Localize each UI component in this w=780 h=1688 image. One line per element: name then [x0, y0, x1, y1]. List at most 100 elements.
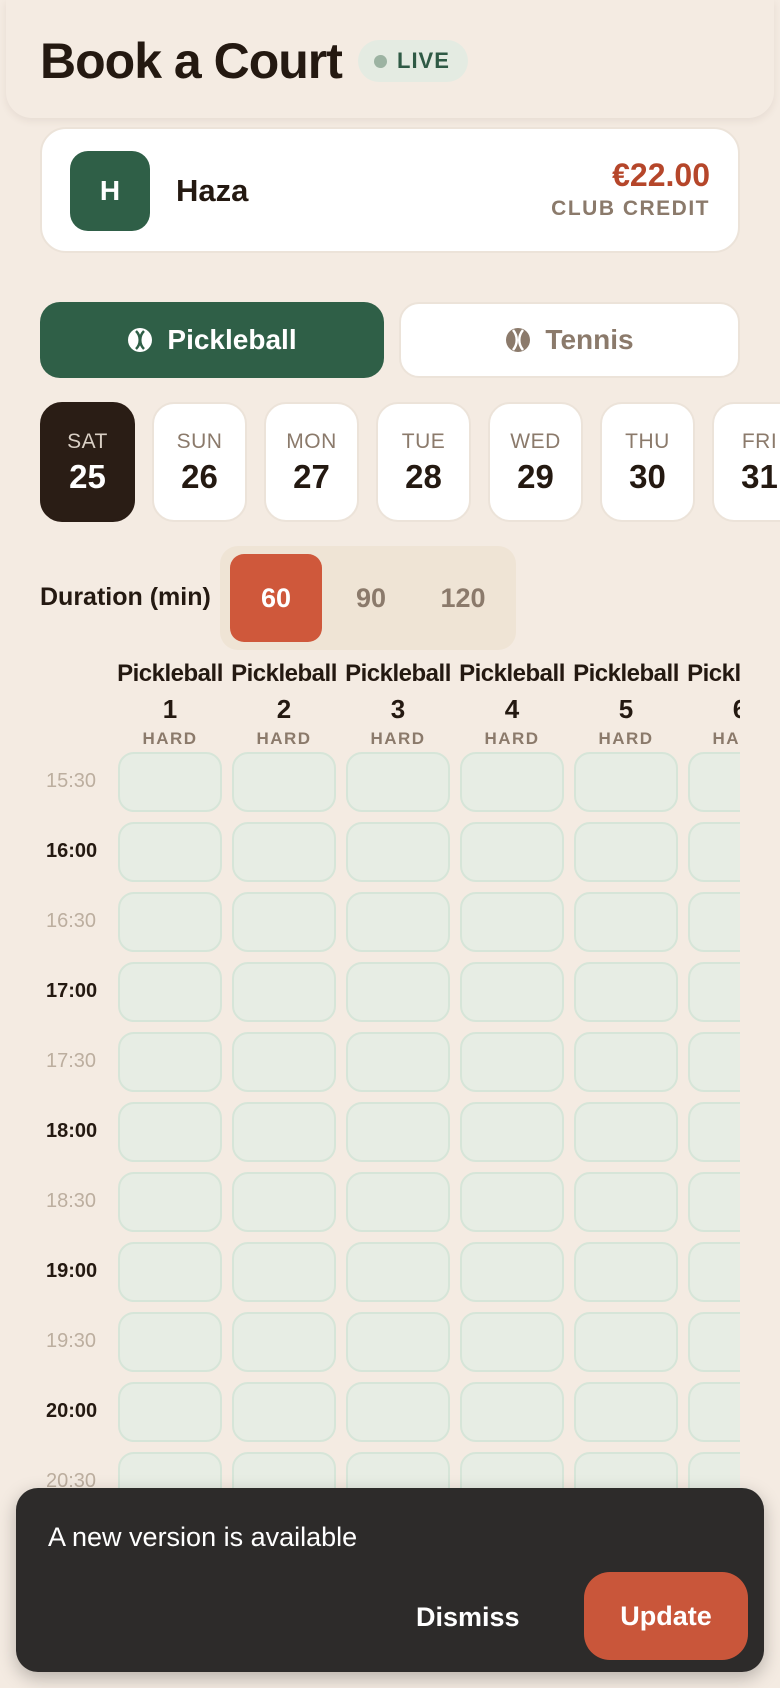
time-slot[interactable] — [118, 1032, 222, 1092]
time-slot[interactable] — [688, 1382, 740, 1442]
time-slot[interactable] — [460, 1102, 564, 1162]
time-slot[interactable] — [460, 822, 564, 882]
time-label-1700: 17:00 — [46, 980, 98, 1002]
time-slot[interactable] — [232, 1382, 336, 1442]
time-slot[interactable] — [346, 892, 450, 952]
time-slot[interactable] — [346, 1032, 450, 1092]
time-slot[interactable] — [460, 1032, 564, 1092]
time-slot[interactable] — [574, 892, 678, 952]
court-number: 3 — [390, 694, 406, 724]
time-slot[interactable] — [118, 1312, 222, 1372]
time-slot[interactable] — [574, 752, 678, 812]
time-slot[interactable] — [346, 1172, 450, 1232]
day-name: FRI — [741, 430, 778, 453]
time-slot[interactable] — [688, 1312, 740, 1372]
time-slot[interactable] — [460, 1172, 564, 1232]
day-fri-31[interactable]: FRI 31 — [712, 402, 780, 522]
time-slot[interactable] — [460, 962, 564, 1022]
time-slot[interactable] — [346, 962, 450, 1022]
time-slot[interactable] — [460, 1452, 564, 1490]
day-sat-25[interactable]: SAT 25 — [40, 402, 135, 522]
time-slot[interactable] — [232, 1102, 336, 1162]
time-slot[interactable] — [346, 1102, 450, 1162]
time-slot[interactable] — [118, 752, 222, 812]
day-number: 28 — [405, 458, 442, 495]
time-slot[interactable] — [460, 752, 564, 812]
time-slot[interactable] — [460, 1242, 564, 1302]
time-slot[interactable] — [118, 1452, 222, 1490]
court-header-1: Pickleball 1 HARD — [117, 660, 223, 749]
time-slot[interactable] — [232, 822, 336, 882]
day-tue-28[interactable]: TUE 28 — [376, 402, 471, 522]
time-slot[interactable] — [118, 1242, 222, 1302]
time-slot[interactable] — [688, 1452, 740, 1490]
time-slot[interactable] — [118, 822, 222, 882]
time-slot[interactable] — [232, 1172, 336, 1232]
time-slot[interactable] — [460, 892, 564, 952]
duration-option-120[interactable]: 120 — [418, 554, 508, 642]
day-number: 25 — [69, 458, 106, 495]
time-slot[interactable] — [688, 822, 740, 882]
toast-message: A new version is available — [48, 1522, 358, 1552]
time-label-1730: 17:30 — [46, 1050, 97, 1072]
time-slot[interactable] — [688, 1242, 740, 1302]
court-number: 5 — [618, 694, 634, 724]
time-slot[interactable] — [346, 752, 450, 812]
time-slot[interactable] — [232, 1242, 336, 1302]
sport-tab-tennis[interactable]: Tennis — [399, 302, 740, 378]
court-schedule-grid[interactable]: Pickleball 1 HARD Pickleball 2 HARD Pick… — [0, 660, 740, 1490]
time-slot[interactable] — [346, 1382, 450, 1442]
time-slot[interactable] — [574, 1382, 678, 1442]
time-slot[interactable] — [688, 962, 740, 1022]
time-slot[interactable] — [346, 1312, 450, 1372]
day-mon-27[interactable]: MON 27 — [264, 402, 359, 522]
time-slot[interactable] — [688, 1032, 740, 1092]
day-thu-30[interactable]: THU 30 — [600, 402, 695, 522]
duration-option-90[interactable]: 90 — [328, 554, 414, 642]
dismiss-button[interactable]: Dismiss — [416, 1602, 520, 1633]
time-slot[interactable] — [460, 1312, 564, 1372]
day-name: MON — [286, 430, 337, 453]
day-strip-clip: FRI 31 — [712, 402, 780, 522]
time-slot[interactable] — [346, 1242, 450, 1302]
court-number: 4 — [504, 694, 520, 724]
time-slot[interactable] — [688, 892, 740, 952]
time-slot[interactable] — [232, 1452, 336, 1490]
sport-tab-pickleball[interactable]: Pickleball — [40, 302, 384, 378]
time-slot[interactable] — [574, 1102, 678, 1162]
account-name: Haza — [176, 173, 249, 208]
time-slot[interactable] — [574, 1032, 678, 1092]
time-slot[interactable] — [688, 1172, 740, 1232]
time-slot[interactable] — [574, 1312, 678, 1372]
time-slot[interactable] — [232, 1032, 336, 1092]
time-slot[interactable] — [688, 752, 740, 812]
time-slot[interactable] — [118, 1172, 222, 1232]
time-slot[interactable] — [688, 1102, 740, 1162]
time-slot[interactable] — [346, 1452, 450, 1490]
time-slot[interactable] — [574, 1242, 678, 1302]
day-wed-29[interactable]: WED 29 — [488, 402, 583, 522]
day-sun-26[interactable]: SUN 26 — [152, 402, 247, 522]
account-card[interactable]: H Haza €22.00 CLUB CREDIT — [40, 127, 740, 253]
time-slot[interactable] — [118, 892, 222, 952]
time-slot[interactable] — [574, 962, 678, 1022]
time-slot[interactable] — [574, 1452, 678, 1490]
court-surface: HARD — [712, 729, 740, 748]
court-name: Pickleball — [231, 660, 337, 687]
time-slot[interactable] — [118, 1382, 222, 1442]
time-slot[interactable] — [232, 1312, 336, 1372]
time-slot[interactable] — [232, 962, 336, 1022]
update-button[interactable]: Update — [584, 1572, 748, 1660]
time-slot[interactable] — [232, 892, 336, 952]
time-slot[interactable] — [118, 1102, 222, 1162]
avatar: H — [70, 151, 150, 231]
time-slot[interactable] — [232, 752, 336, 812]
time-slot[interactable] — [574, 822, 678, 882]
time-slot[interactable] — [574, 1172, 678, 1232]
time-slot[interactable] — [118, 962, 222, 1022]
time-slot[interactable] — [346, 822, 450, 882]
duration-option-60[interactable]: 60 — [230, 554, 322, 642]
time-slot[interactable] — [460, 1382, 564, 1442]
time-label-2000: 20:00 — [46, 1400, 98, 1422]
live-label: LIVE — [397, 48, 450, 73]
